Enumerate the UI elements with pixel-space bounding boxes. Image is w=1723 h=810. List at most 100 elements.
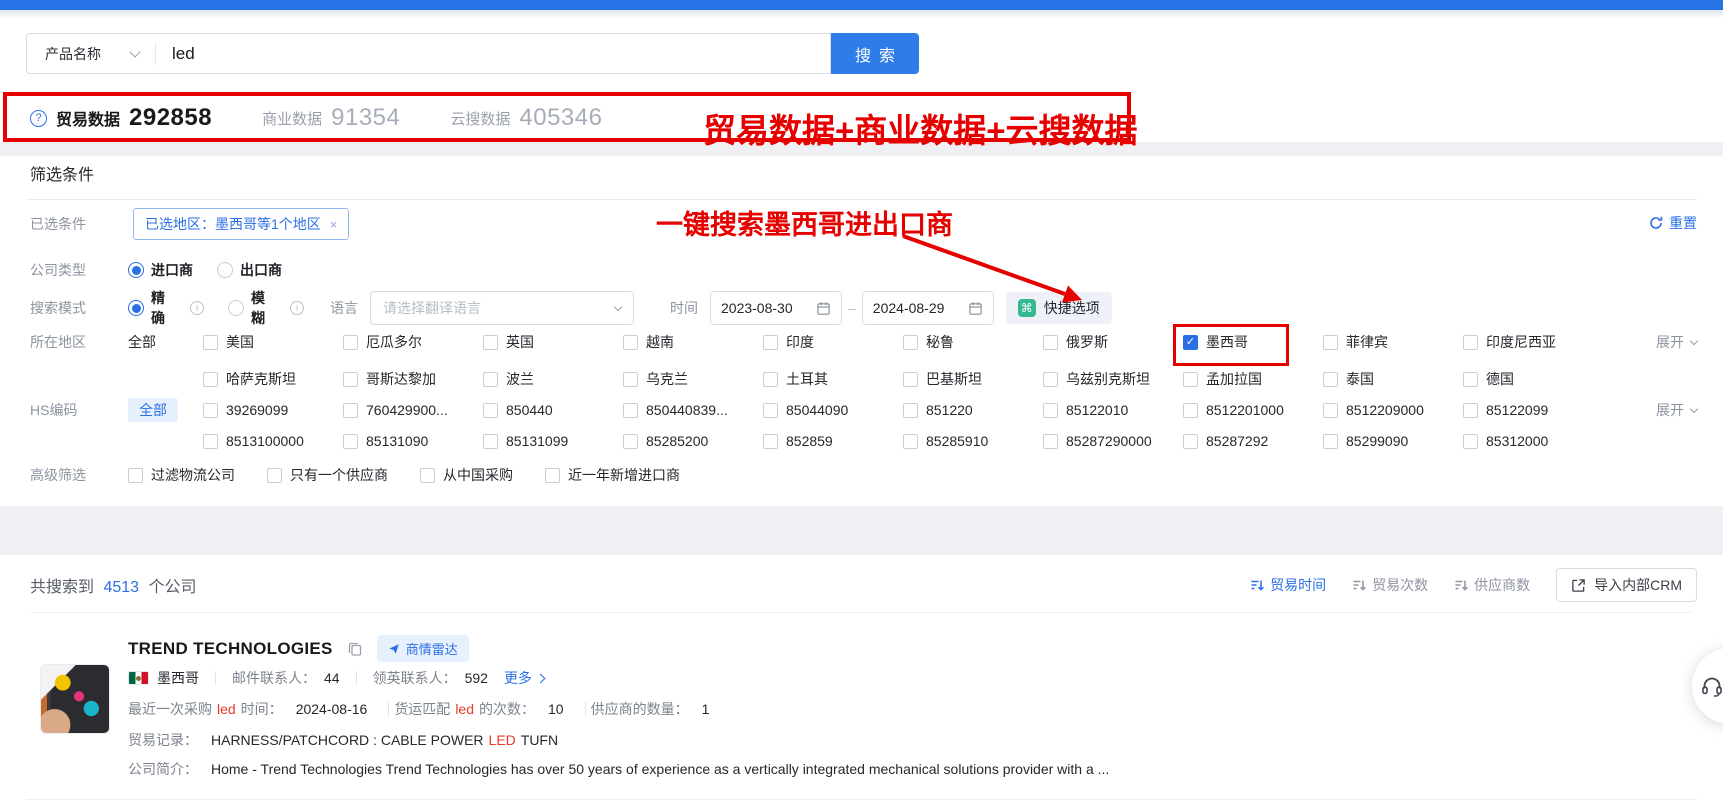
advanced-checkbox[interactable]: 近一年新增进口商	[545, 465, 680, 485]
more-link[interactable]: 更多	[504, 668, 544, 688]
checkbox[interactable]	[483, 372, 498, 387]
region-checkbox[interactable]: 巴基斯坦	[903, 369, 1043, 389]
radio-importer[interactable]: 进口商	[128, 260, 193, 280]
checkbox[interactable]	[343, 335, 358, 350]
checkbox[interactable]	[1183, 372, 1198, 387]
region-checkbox[interactable]: 菲律宾	[1323, 332, 1463, 352]
selected-region-tag[interactable]: 已选地区：墨西哥等1个地区 ×	[133, 208, 349, 240]
quick-options-button[interactable]: ⌘ 快捷选项	[1006, 292, 1112, 324]
hscode-checkbox[interactable]: 8513100000	[203, 433, 343, 449]
region-checkbox[interactable]: 乌克兰	[623, 369, 763, 389]
checkbox[interactable]	[1043, 434, 1058, 449]
checkbox[interactable]	[1183, 403, 1198, 418]
checkbox[interactable]	[545, 468, 560, 483]
region-checkbox[interactable]: 土耳其	[763, 369, 903, 389]
checkbox[interactable]	[1463, 403, 1478, 418]
advanced-checkbox[interactable]: 只有一个供应商	[267, 465, 388, 485]
checkbox[interactable]	[483, 434, 498, 449]
region-checkbox[interactable]: 泰国	[1323, 369, 1463, 389]
checkbox-checked[interactable]: ✓	[1183, 335, 1198, 350]
region-checkbox[interactable]: 秘鲁	[903, 332, 1043, 352]
region-checkbox[interactable]: 德国	[1463, 369, 1603, 389]
checkbox[interactable]	[623, 434, 638, 449]
info-circle-icon[interactable]: i	[190, 301, 204, 315]
region-checkbox[interactable]: 乌兹别克斯坦	[1043, 369, 1183, 389]
sort-button[interactable]: 贸易时间	[1250, 575, 1326, 595]
region-all-button[interactable]: 全部	[128, 332, 203, 352]
hscode-checkbox[interactable]: 85299090	[1323, 433, 1463, 449]
hscode-checkbox[interactable]: 8512209000	[1323, 402, 1463, 418]
checkbox[interactable]	[903, 403, 918, 418]
company-name[interactable]: TREND TECHNOLOGIES	[128, 639, 333, 659]
checkbox[interactable]	[203, 372, 218, 387]
hscode-checkbox[interactable]: 39269099	[203, 402, 343, 418]
advanced-checkbox[interactable]: 过滤物流公司	[128, 465, 235, 485]
tab-business-data[interactable]: 商业数据 91354	[262, 104, 400, 132]
checkbox[interactable]	[420, 468, 435, 483]
checkbox[interactable]	[1463, 335, 1478, 350]
checkbox[interactable]	[1323, 434, 1338, 449]
region-checkbox[interactable]: 印度	[763, 332, 903, 352]
hscode-checkbox[interactable]: 8512201000	[1183, 402, 1323, 418]
region-checkbox[interactable]: 英国	[483, 332, 623, 352]
copy-button[interactable]	[347, 641, 363, 657]
checkbox[interactable]	[128, 468, 143, 483]
hscode-checkbox[interactable]: 760429900...	[343, 402, 483, 418]
hscode-checkbox[interactable]: 85285910	[903, 433, 1043, 449]
hscode-checkbox[interactable]: 85285200	[623, 433, 763, 449]
radio-exact[interactable]: 精确 i	[128, 288, 204, 328]
radio-button[interactable]	[228, 300, 244, 316]
hscode-checkbox[interactable]: 85287292	[1183, 433, 1323, 449]
checkbox[interactable]	[1323, 403, 1338, 418]
checkbox[interactable]	[1183, 434, 1198, 449]
region-checkbox[interactable]: 孟加拉国	[1183, 369, 1323, 389]
checkbox[interactable]	[203, 434, 218, 449]
tag-close-icon[interactable]: ×	[330, 217, 338, 232]
checkbox[interactable]	[903, 372, 918, 387]
end-date-picker[interactable]: 2024-08-29	[862, 291, 994, 325]
region-checkbox[interactable]: 厄瓜多尔	[343, 332, 483, 352]
region-checkbox[interactable]: 波兰	[483, 369, 623, 389]
region-checkbox[interactable]: 哈萨克斯坦	[203, 369, 343, 389]
checkbox[interactable]	[623, 403, 638, 418]
checkbox[interactable]	[483, 335, 498, 350]
info-circle-icon[interactable]: i	[290, 301, 304, 315]
checkbox[interactable]	[763, 403, 778, 418]
checkbox[interactable]	[1323, 335, 1338, 350]
language-select[interactable]: 请选择翻译语言	[370, 291, 634, 325]
question-circle-icon[interactable]: ?	[30, 110, 47, 127]
hscode-checkbox[interactable]: 850440	[483, 402, 623, 418]
hscode-checkbox[interactable]: 85122099	[1463, 402, 1603, 418]
radio-button[interactable]	[217, 262, 233, 278]
search-button[interactable]: 搜索	[831, 33, 919, 74]
checkbox[interactable]	[203, 335, 218, 350]
region-checkbox[interactable]: 越南	[623, 332, 763, 352]
checkbox[interactable]	[267, 468, 282, 483]
customer-service-button[interactable]	[1692, 648, 1723, 724]
hscode-checkbox[interactable]: 850440839...	[623, 402, 763, 418]
tab-cloud-search-data[interactable]: 云搜数据 405346	[450, 104, 602, 132]
hscode-all-button[interactable]: 全部	[128, 398, 178, 422]
sort-button[interactable]: 贸易次数	[1352, 575, 1428, 595]
hscode-checkbox[interactable]: 85044090	[763, 402, 903, 418]
tab-trade-data[interactable]: ? 贸易数据 292858	[30, 104, 212, 132]
checkbox[interactable]	[203, 403, 218, 418]
checkbox[interactable]	[343, 372, 358, 387]
advanced-checkbox[interactable]: 从中国采购	[420, 465, 513, 485]
hscode-checkbox[interactable]: 85131099	[483, 433, 623, 449]
hscode-checkbox[interactable]: 85122010	[1043, 402, 1183, 418]
region-expand-button[interactable]: 展开	[1656, 332, 1697, 352]
sort-button[interactable]: 供应商数	[1454, 575, 1530, 595]
checkbox[interactable]	[1043, 403, 1058, 418]
checkbox[interactable]	[1323, 372, 1338, 387]
search-input[interactable]	[156, 44, 830, 64]
import-crm-button[interactable]: 导入内部CRM	[1556, 568, 1697, 602]
hscode-checkbox[interactable]: 852859	[763, 433, 903, 449]
checkbox[interactable]	[623, 372, 638, 387]
region-checkbox[interactable]: ✓墨西哥	[1183, 332, 1323, 352]
hscode-checkbox[interactable]: 85312000	[1463, 433, 1603, 449]
radio-exporter[interactable]: 出口商	[217, 260, 282, 280]
checkbox[interactable]	[1463, 372, 1478, 387]
region-checkbox[interactable]: 哥斯达黎加	[343, 369, 483, 389]
region-checkbox[interactable]: 俄罗斯	[1043, 332, 1183, 352]
